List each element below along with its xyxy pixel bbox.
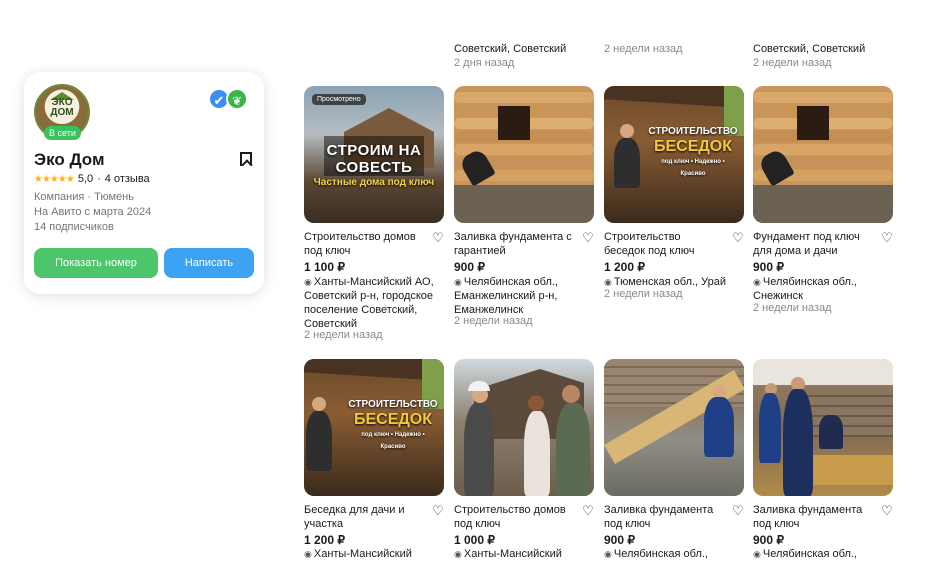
listing-title[interactable]: Строительство домов под ключ xyxy=(304,230,422,258)
listing-price: 1 000 ₽ xyxy=(454,533,495,547)
verification-badges: ✔ ❦ xyxy=(208,86,252,112)
listing-card[interactable]: СТРОИТЕЛЬСТВО БЕСЕДОК под ключ • Надежно… xyxy=(304,359,444,560)
listing-location: ◉ Тюменская обл., Урай xyxy=(604,276,727,288)
photo-banner: СТРОИТЕЛЬСТВО БЕСЕДОК под ключ • Надежно… xyxy=(348,399,438,450)
listing-card[interactable]: Фундамент под ключ для дома и дачи ♡ 900… xyxy=(753,86,893,314)
heart-icon[interactable]: ♡ xyxy=(582,231,594,244)
listing-location: ◉ Челябинская обл., Снежинск xyxy=(753,276,857,302)
listing-time: 2 недели назад xyxy=(454,315,533,327)
listing-title[interactable]: Беседка для дачи и участка xyxy=(304,503,422,531)
listing-price: 900 ₽ xyxy=(753,533,784,547)
write-message-button[interactable]: Написать xyxy=(164,248,254,278)
listing-price: 900 ₽ xyxy=(454,260,485,274)
listing-time: 2 дня назад xyxy=(454,57,515,69)
rating-stars-icon: ★★★★★ xyxy=(34,173,75,185)
heart-icon[interactable]: ♡ xyxy=(732,504,744,517)
listing-photo[interactable]: СТРОИТЕЛЬСТВО БЕСЕДОК под ключ • Надежно… xyxy=(304,359,444,496)
seller-type-city: Компания · Тюмень xyxy=(34,191,134,203)
pin-icon: ◉ xyxy=(454,277,462,287)
leaf-icon: ❦ xyxy=(226,88,248,110)
listing-card[interactable]: Строительство домов под ключ ♡ 1 000 ₽ ◉… xyxy=(454,359,594,560)
listing-time: 2 недели назад xyxy=(604,43,683,55)
promo-tag: Просмотрено xyxy=(312,94,366,105)
listing-location: Советский, Советский xyxy=(454,43,567,55)
listing-time: 2 недели назад xyxy=(304,329,383,341)
listing-location: ◉ Ханты-Мансийский АО, Советский р-н, гор… xyxy=(304,276,434,330)
heart-icon[interactable]: ♡ xyxy=(582,504,594,517)
listing-photo[interactable] xyxy=(454,359,594,496)
bookmark-icon[interactable] xyxy=(240,152,252,166)
listing-photo[interactable]: Просмотрено СТРОИМ НА СОВЕСТЬ Частные до… xyxy=(304,86,444,223)
listing-card[interactable]: Просмотрено СТРОИМ НА СОВЕСТЬ Частные до… xyxy=(304,86,444,341)
heart-icon[interactable]: ♡ xyxy=(881,504,893,517)
listing-price: 1 200 ₽ xyxy=(304,533,345,547)
pin-icon: ◉ xyxy=(604,277,612,287)
listing-photo[interactable] xyxy=(753,86,893,223)
listing-price: 900 ₽ xyxy=(604,533,635,547)
rating-value: 5,0 xyxy=(77,173,94,185)
heart-icon[interactable]: ♡ xyxy=(432,231,444,244)
seller-since: На Авито с марта 2024 xyxy=(34,206,152,218)
heart-icon[interactable]: ♡ xyxy=(732,231,744,244)
listing-title[interactable]: Заливка фундамента под ключ xyxy=(753,503,871,531)
seller-name[interactable]: Эко Дом xyxy=(34,150,105,170)
listing-time: 2 недели назад xyxy=(753,302,832,314)
listing-photo[interactable] xyxy=(753,359,893,496)
listing-card[interactable]: Заливка фундамента под ключ ♡ 900 ₽ ◉ Чел… xyxy=(604,359,744,560)
rating-row[interactable]: ★★★★★ 5,0 · 4 отзыва xyxy=(34,173,150,185)
listing-card[interactable]: СТРОИТЕЛЬСТВО БЕСЕДОК под ключ • Надежно… xyxy=(604,86,744,300)
listing-time: 2 недели назад xyxy=(753,57,832,69)
listing-location: ◉ Челябинская обл., Еманжелинский р-н, Ем… xyxy=(454,276,558,316)
heart-icon[interactable]: ♡ xyxy=(432,504,444,517)
listing-card[interactable]: Заливка фундамента под ключ ♡ 900 ₽ ◉ Чел… xyxy=(753,359,893,560)
listing-photo[interactable]: СТРОИТЕЛЬСТВО БЕСЕДОК под ключ • Надежно… xyxy=(604,86,744,223)
listing-card[interactable]: Заливка фундамента с гарантией ♡ 900 ₽ ◉… xyxy=(454,86,594,327)
listing-location: ◉ Челябинская обл., xyxy=(604,548,708,560)
seller-card: ЭКО ДОМ В сети ✔ ❦ Эко Дом ★★★★★ 5,0 · 4… xyxy=(24,72,264,294)
listing-title[interactable]: Строительство беседок под ключ xyxy=(604,230,722,258)
pin-icon: ◉ xyxy=(304,277,312,287)
reviews-count: 4 отзыва xyxy=(104,173,150,185)
logo-text: ЭКО ДОМ xyxy=(50,97,74,118)
heart-icon[interactable]: ♡ xyxy=(881,231,893,244)
listing-title[interactable]: Строительство домов под ключ xyxy=(454,503,572,531)
listing-location: Советский, Советский xyxy=(753,43,866,55)
listing-title[interactable]: Заливка фундамента с гарантией xyxy=(454,230,572,258)
pin-icon: ◉ xyxy=(604,549,612,559)
show-phone-button[interactable]: Показать номер xyxy=(34,248,158,278)
listing-photo[interactable] xyxy=(604,359,744,496)
photo-banner: СТРОИМ НА СОВЕСТЬ Частные дома под ключ xyxy=(313,142,435,188)
pin-icon: ◉ xyxy=(753,277,761,287)
online-badge: В сети xyxy=(44,126,81,140)
pin-icon: ◉ xyxy=(304,549,312,559)
listing-photo[interactable] xyxy=(454,86,594,223)
listing-location: ◉ Челябинская обл., xyxy=(753,548,857,560)
seller-subscribers: 14 подписчиков xyxy=(34,221,114,233)
listing-title[interactable]: Фундамент под ключ для дома и дачи xyxy=(753,230,871,258)
pin-icon: ◉ xyxy=(454,549,462,559)
listing-price: 1 200 ₽ xyxy=(604,260,645,274)
listing-price: 900 ₽ xyxy=(753,260,784,274)
listing-time: 2 недели назад xyxy=(604,288,683,300)
photo-banner: СТРОИТЕЛЬСТВО БЕСЕДОК под ключ • Надежно… xyxy=(648,126,738,177)
listing-price: 1 100 ₽ xyxy=(304,260,345,274)
listing-location: ◉ Ханты-Мансийский xyxy=(304,548,412,560)
listing-title[interactable]: Заливка фундамента под ключ xyxy=(604,503,722,531)
listing-location: ◉ Ханты-Мансийский xyxy=(454,548,562,560)
pin-icon: ◉ xyxy=(753,549,761,559)
